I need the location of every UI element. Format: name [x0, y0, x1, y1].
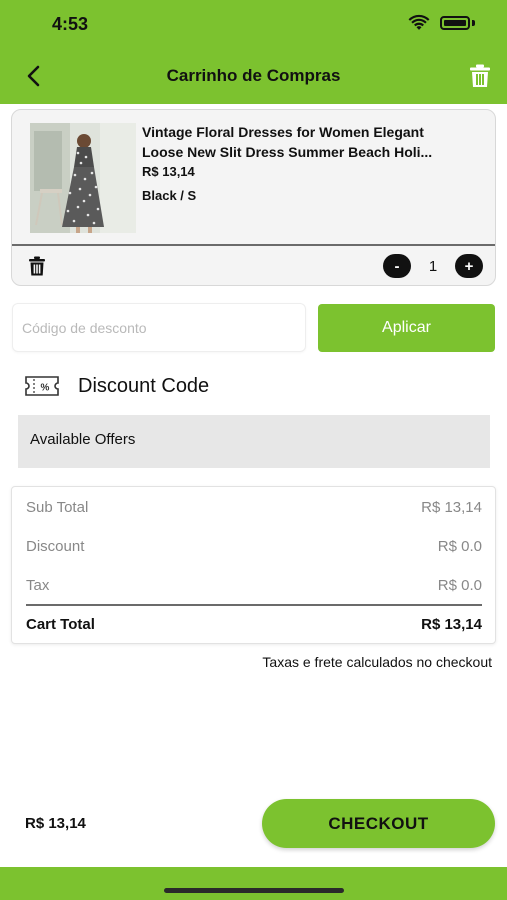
- subtotal-value: R$ 13,14: [421, 499, 482, 516]
- cart-item-card: Vintage Floral Dresses for Women Elegant…: [11, 109, 496, 286]
- discount-code-title: Discount Code: [78, 375, 210, 397]
- quantity-value: 1: [428, 258, 438, 275]
- trash-icon[interactable]: [28, 256, 46, 276]
- order-summary-card: Sub Total R$ 13,14 Discount R$ 0.0 Tax R…: [11, 486, 496, 644]
- checkout-button[interactable]: CHECKOUT: [262, 799, 495, 848]
- discount-row: Discount R$ 0.0: [26, 538, 482, 555]
- battery-cap: [472, 20, 475, 26]
- subtotal-label: Sub Total: [26, 499, 89, 516]
- cart-total-value: R$ 13,14: [421, 616, 482, 633]
- tax-row: Tax R$ 0.0: [26, 577, 482, 594]
- bottom-bar: [0, 867, 507, 900]
- tax-shipping-note: Taxas e frete calculados no checkout: [262, 654, 492, 670]
- product-name-line-2: Loose New Slit Dress Summer Beach Holi..…: [142, 144, 433, 160]
- tax-label: Tax: [26, 577, 50, 594]
- coupon-icon: %: [25, 376, 59, 396]
- apply-discount-button[interactable]: Aplicar: [318, 304, 495, 352]
- product-name-line-1: Vintage Floral Dresses for Women Elegant: [142, 124, 424, 140]
- product-price: R$ 13,14: [142, 164, 195, 179]
- discount-code-input[interactable]: [12, 303, 306, 352]
- product-variant: Black / S: [142, 188, 197, 203]
- cart-total-row: Cart Total R$ 13,14: [26, 616, 482, 633]
- available-offers[interactable]: Available Offers: [18, 415, 490, 468]
- discount-value: R$ 0.0: [437, 538, 482, 555]
- discount-label: Discount: [26, 538, 85, 555]
- status-time: 4:53: [52, 14, 89, 34]
- tax-value: R$ 0.0: [437, 577, 482, 594]
- quantity-increase-button[interactable]: +: [455, 254, 483, 278]
- trash-icon[interactable]: [469, 64, 491, 88]
- wifi-icon: [408, 14, 430, 30]
- product-name[interactable]: Vintage Floral Dresses for Women Elegant…: [142, 122, 487, 162]
- coupon-icon-glyph: %: [41, 383, 50, 394]
- subtotal-row: Sub Total R$ 13,14: [26, 499, 482, 516]
- quantity-decrease-button[interactable]: -: [383, 254, 411, 278]
- battery-icon: [440, 16, 470, 30]
- footer-total-price: R$ 13,14: [25, 815, 86, 832]
- status-icons: [408, 14, 475, 32]
- home-indicator[interactable]: [164, 888, 344, 893]
- summary-divider: [26, 604, 482, 606]
- cart-total-label: Cart Total: [26, 616, 95, 633]
- available-offers-label: Available Offers: [30, 431, 136, 448]
- product-image[interactable]: [30, 123, 136, 233]
- card-divider: [12, 244, 495, 246]
- page-title: Carrinho de Compras: [166, 66, 341, 85]
- app-header: 4:53 Carrinho de Compras: [0, 0, 507, 104]
